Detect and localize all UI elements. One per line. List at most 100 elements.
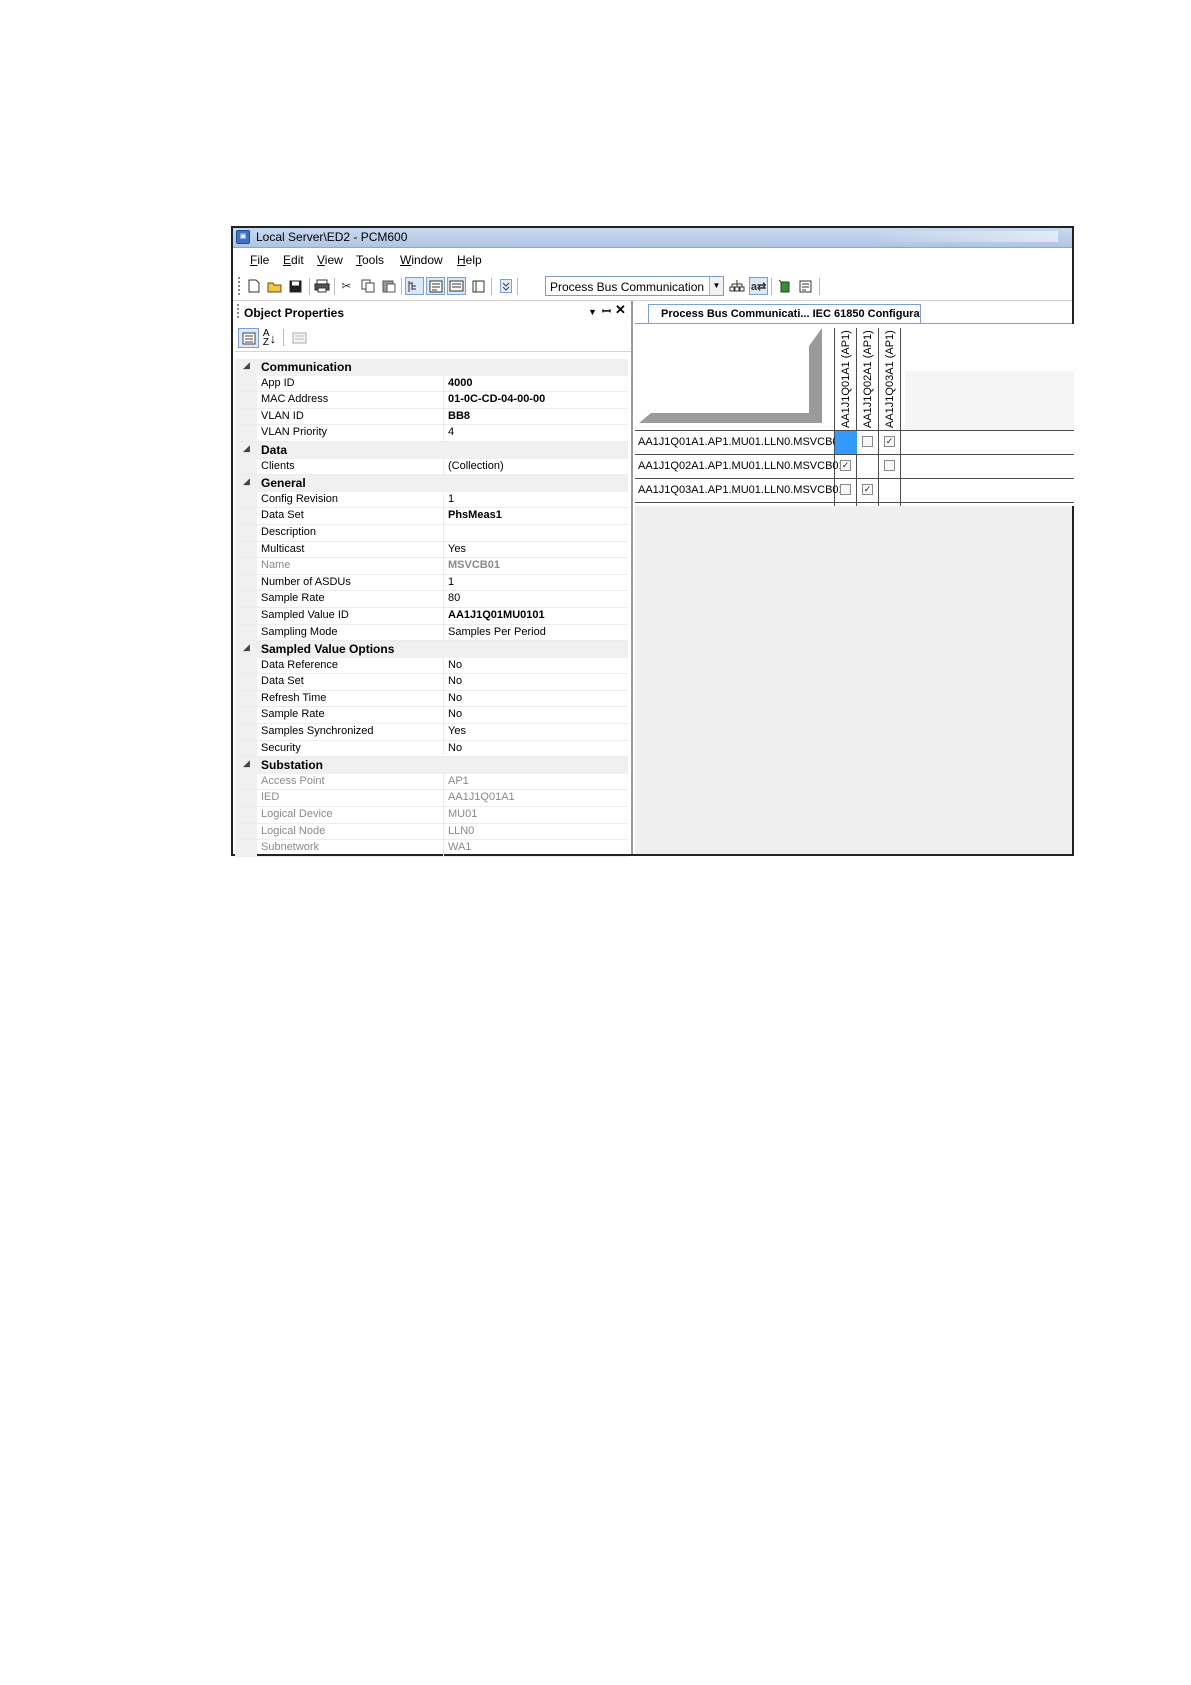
copy-icon[interactable] [358, 277, 377, 295]
device-import-icon[interactable] [775, 277, 794, 295]
new-file-icon[interactable] [244, 277, 263, 295]
menu-help[interactable]: Help [457, 253, 482, 267]
category-communication[interactable]: ◢ Communication [235, 359, 628, 376]
property-value[interactable]: Samples Per Period [448, 626, 546, 638]
network-hierarchy-icon[interactable] [727, 277, 746, 295]
title-bar[interactable]: ▣ Local Server\ED2 - PCM600 [233, 228, 1072, 248]
property-value[interactable]: PhsMeas1 [448, 509, 502, 521]
category-general[interactable]: ◢ General [235, 475, 628, 492]
property-row-vlan-id[interactable]: VLAN ID BB8 [235, 408, 628, 426]
property-value[interactable]: 80 [448, 592, 460, 604]
property-row-ied[interactable]: IED AA1J1Q01A1 [235, 790, 628, 808]
property-value[interactable]: AA1J1Q01A1 [448, 791, 515, 803]
property-row-config-revision[interactable]: Config Revision 1 [235, 491, 628, 509]
property-value[interactable]: No [448, 692, 462, 704]
collapse-triangle-icon[interactable]: ◢ [243, 443, 250, 454]
property-value[interactable]: No [448, 742, 462, 754]
object-properties-icon[interactable] [426, 277, 445, 295]
checkbox-checked[interactable]: ✓ [840, 460, 851, 471]
categorized-view-icon[interactable] [238, 328, 259, 348]
property-row-logical-node[interactable]: Logical Node LLN0 [235, 823, 628, 841]
property-row-refresh-time[interactable]: Refresh Time No [235, 690, 628, 708]
pane-grip[interactable] [237, 304, 239, 320]
matrix-cell[interactable]: ✓ [835, 455, 857, 478]
alphabetical-sort-icon[interactable]: A Z ↓ [259, 328, 280, 348]
property-row-data-set[interactable]: Data Set No [235, 674, 628, 691]
property-row-number-of-asdus[interactable]: Number of ASDUs 1 [235, 574, 628, 592]
property-value[interactable]: WA1 [448, 841, 471, 853]
property-row-sampling-mode[interactable]: Sampling Mode Samples Per Period [235, 624, 628, 642]
property-value[interactable]: 4000 [448, 377, 472, 389]
property-value[interactable]: (Collection) [448, 460, 504, 472]
matrix-cell[interactable] [857, 455, 879, 478]
checkbox-unchecked[interactable] [862, 436, 873, 447]
pane-menu-chevron-icon[interactable]: ▼ [588, 307, 597, 317]
save-icon[interactable] [286, 277, 305, 295]
property-row-access-point[interactable]: Access Point AP1 [235, 773, 628, 791]
property-row-data-reference[interactable]: Data Reference No [235, 657, 628, 675]
matrix-cell[interactable] [835, 479, 857, 502]
collapse-triangle-icon[interactable]: ◢ [243, 360, 250, 371]
panel-layout-icon[interactable] [469, 277, 488, 295]
find-replace-icon[interactable]: a⇄ [749, 277, 768, 295]
property-row-name[interactable]: Name MSVCB01 [235, 558, 628, 575]
property-row-app-id[interactable]: App ID 4000 [235, 375, 628, 393]
property-value[interactable]: AP1 [448, 775, 469, 787]
document-edit-icon[interactable] [796, 277, 815, 295]
property-value[interactable]: No [448, 708, 462, 720]
menu-edit[interactable]: Edit [283, 253, 304, 267]
property-row-subnetwork[interactable]: Subnetwork WA1 [235, 840, 628, 857]
category-substation[interactable]: ◢ Substation [235, 757, 628, 774]
property-value[interactable]: BB8 [448, 410, 470, 422]
matrix-cell[interactable]: ✓ [857, 479, 879, 502]
collapse-triangle-icon[interactable]: ◢ [243, 642, 250, 653]
property-value[interactable]: LLN0 [448, 825, 474, 837]
open-folder-icon[interactable] [265, 277, 284, 295]
property-row-vlan-priority[interactable]: VLAN Priority 4 [235, 425, 628, 442]
property-pages-icon[interactable] [289, 328, 310, 348]
category-data[interactable]: ◢ Data [235, 441, 628, 459]
toolbar-grip[interactable] [238, 277, 240, 295]
property-row-data-set[interactable]: Data Set PhsMeas1 [235, 508, 628, 525]
property-value[interactable]: 1 [448, 576, 454, 588]
category-sampled-value-options[interactable]: ◢ Sampled Value Options [235, 641, 628, 658]
property-value[interactable]: 1 [448, 493, 454, 505]
menu-tools[interactable]: Tools [356, 253, 384, 267]
cut-icon[interactable]: ✂ [337, 277, 356, 295]
tab-process-bus-communication[interactable]: Process Bus Communicati... IEC 61850 Con… [648, 304, 921, 323]
checkbox-checked[interactable]: ✓ [862, 484, 873, 495]
matrix-cell[interactable] [835, 431, 857, 454]
print-icon[interactable] [312, 277, 331, 295]
property-row-multicast[interactable]: Multicast Yes [235, 541, 628, 559]
checkbox-unchecked[interactable] [884, 460, 895, 471]
menu-file[interactable]: File [250, 253, 269, 267]
property-value[interactable]: MU01 [448, 808, 477, 820]
property-row-description[interactable]: Description [235, 524, 628, 542]
view-selector-dropdown[interactable]: Process Bus Communication ▼ [545, 276, 724, 296]
checkbox-unchecked[interactable] [840, 484, 851, 495]
output-window-icon[interactable] [447, 277, 466, 295]
property-row-sample-rate[interactable]: Sample Rate 80 [235, 591, 628, 608]
property-value[interactable]: No [448, 675, 462, 687]
property-value[interactable]: AA1J1Q01MU0101 [448, 609, 545, 621]
chevron-down-icon[interactable] [496, 277, 515, 295]
property-row-logical-device[interactable]: Logical Device MU01 [235, 807, 628, 824]
menu-window[interactable]: Window [400, 253, 443, 267]
property-row-sample-rate[interactable]: Sample Rate No [235, 707, 628, 725]
property-value[interactable]: 01-0C-CD-04-00-00 [448, 393, 545, 405]
matrix-cell[interactable] [879, 455, 901, 478]
property-value[interactable]: Yes [448, 543, 466, 555]
property-row-samples-synchronized[interactable]: Samples Synchronized Yes [235, 724, 628, 741]
matrix-cell[interactable] [857, 431, 879, 454]
property-row-security[interactable]: Security No [235, 740, 628, 758]
property-row-sampled-value-id[interactable]: Sampled Value ID AA1J1Q01MU0101 [235, 607, 628, 625]
menu-view[interactable]: View [317, 253, 343, 267]
chevron-down-icon[interactable]: ▼ [709, 277, 723, 295]
collapse-triangle-icon[interactable]: ◢ [243, 476, 250, 487]
pin-icon[interactable]: ꟷ [602, 304, 611, 319]
property-value[interactable]: 4 [448, 426, 454, 438]
property-value[interactable]: MSVCB01 [448, 559, 500, 571]
checkbox-checked[interactable]: ✓ [884, 436, 895, 447]
property-value[interactable]: Yes [448, 725, 466, 737]
close-icon[interactable]: ✕ [615, 302, 626, 318]
